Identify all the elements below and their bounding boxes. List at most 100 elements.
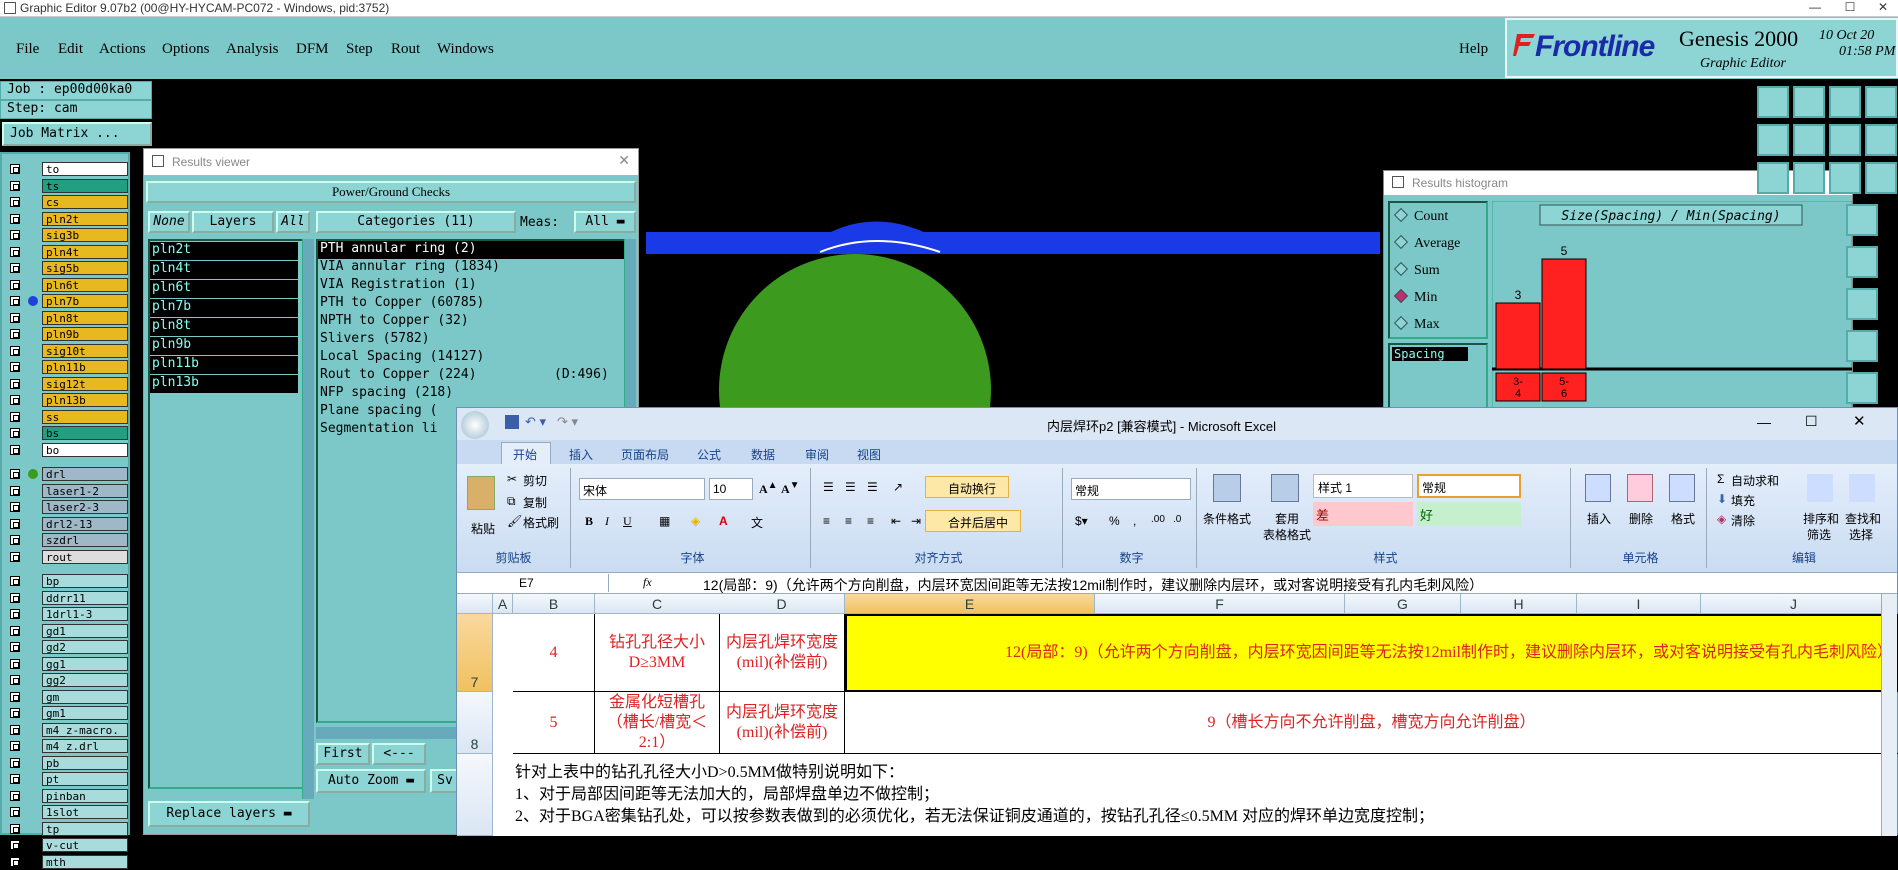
- cut-button[interactable]: 剪切: [523, 472, 547, 489]
- column-header-A[interactable]: A: [493, 594, 513, 614]
- layer-name[interactable]: laser1-2: [42, 483, 128, 498]
- tool-button[interactable]: [1865, 162, 1897, 194]
- find-select-button2[interactable]: 选择: [1849, 526, 1873, 543]
- replace-layers-button[interactable]: Replace layers ▬: [148, 801, 310, 827]
- menu-file[interactable]: File: [16, 41, 39, 58]
- aggregate-option-min[interactable]: Min: [1393, 288, 1437, 306]
- wrap-text-button[interactable]: 自动换行: [925, 476, 1009, 498]
- layer-row-v-cut[interactable]: v-cut: [8, 838, 128, 853]
- row-header[interactable]: [457, 754, 493, 836]
- layer-row-gm[interactable]: gm: [8, 689, 128, 705]
- layer-name[interactable]: 1slot: [42, 805, 128, 819]
- cell-e7[interactable]: 12(局部：9)（允许两个方向削盘，内层环宽因间距等无法按12mil制作时，建议…: [845, 614, 1898, 692]
- tool-button[interactable]: [1846, 204, 1878, 236]
- column-header-I[interactable]: I: [1577, 594, 1701, 614]
- layer-checkbox[interactable]: [10, 502, 20, 512]
- number-format-select[interactable]: 常规: [1071, 478, 1191, 500]
- category-item[interactable]: NPTH to Copper (32): [318, 313, 624, 331]
- category-item[interactable]: VIA annular ring (1834): [318, 259, 624, 277]
- sort-filter-button[interactable]: 排序和: [1803, 510, 1839, 527]
- layer-name[interactable]: pln9b: [42, 327, 128, 341]
- tab-formulas[interactable]: 公式: [697, 446, 721, 463]
- category-item[interactable]: Local Spacing (14127): [318, 349, 624, 367]
- layer-name[interactable]: sig3b: [42, 228, 128, 242]
- layer-name[interactable]: tp: [42, 821, 128, 836]
- column-header-G[interactable]: G: [1345, 594, 1461, 614]
- layer-row-pln2t[interactable]: pln2t: [8, 211, 128, 227]
- result-layer-item[interactable]: pln11b: [150, 356, 298, 374]
- result-layer-item[interactable]: pln13b: [150, 375, 298, 393]
- layer-name[interactable]: ss: [42, 409, 128, 424]
- cell-d7[interactable]: 内层孔焊环宽度(mil)(补偿前): [720, 614, 845, 692]
- menu-step[interactable]: Step: [346, 41, 373, 58]
- layer-row-cs[interactable]: cs: [8, 195, 128, 210]
- layer-row-gd1[interactable]: gd1: [8, 623, 128, 639]
- layer-row-bo[interactable]: bo: [8, 442, 128, 458]
- fill-icon[interactable]: ⬇: [1717, 492, 1727, 506]
- currency-icon[interactable]: $▾: [1075, 514, 1088, 528]
- layer-name[interactable]: pb: [42, 755, 128, 770]
- layer-name[interactable]: ddrr11: [42, 590, 128, 605]
- minimize-icon[interactable]: —: [1800, 0, 1830, 17]
- tool-button[interactable]: [1793, 124, 1825, 156]
- menu-help[interactable]: Help: [1459, 41, 1488, 58]
- layer-row-ss[interactable]: ss: [8, 409, 128, 425]
- layer-row-sig10t[interactable]: sig10t: [8, 343, 128, 359]
- layer-name[interactable]: pln13b: [42, 393, 128, 407]
- good-style-cell[interactable]: 好: [1417, 502, 1521, 526]
- tab-data[interactable]: 数据: [751, 446, 775, 463]
- layer-name[interactable]: gd2: [42, 640, 128, 654]
- tool-button[interactable]: [1829, 86, 1861, 118]
- layer-checkbox[interactable]: [10, 362, 20, 372]
- aggregate-option-sum[interactable]: Sum: [1393, 261, 1440, 279]
- underline-icon[interactable]: U: [623, 514, 632, 529]
- layer-row-drl2-13[interactable]: drl2-13: [8, 516, 128, 532]
- minimize-icon[interactable]: —: [1757, 414, 1771, 430]
- close-icon[interactable]: ✕: [1868, 0, 1898, 17]
- phonetic-icon[interactable]: 文: [751, 514, 763, 531]
- tab-home[interactable]: 开始: [513, 446, 537, 463]
- layer-checkbox[interactable]: [10, 246, 20, 257]
- cell-c8[interactable]: 金属化短槽孔（槽长/槽宽＜2:1）: [595, 692, 720, 754]
- layer-checkbox[interactable]: [10, 411, 20, 422]
- field-item-spacing[interactable]: Spacing: [1392, 347, 1468, 361]
- layer-checkbox[interactable]: [10, 485, 20, 496]
- tool-button[interactable]: [1846, 372, 1878, 404]
- layer-checkbox[interactable]: [10, 444, 20, 455]
- auto-zoom-select[interactable]: Auto Zoom ▬: [316, 769, 426, 793]
- menu-dfm[interactable]: DFM: [296, 41, 329, 58]
- graphic-canvas[interactable]: [640, 80, 1380, 410]
- layer-name[interactable]: bp: [42, 574, 128, 588]
- layer-checkbox[interactable]: [10, 757, 20, 768]
- layer-name[interactable]: pln11b: [42, 360, 128, 374]
- layer-name[interactable]: drl2-13: [42, 516, 128, 531]
- layer-name[interactable]: pln2t: [42, 211, 128, 226]
- autosum-button[interactable]: 自动求和: [1731, 472, 1779, 489]
- menu-options[interactable]: Options: [162, 41, 210, 58]
- cell-b7[interactable]: 4: [513, 614, 595, 692]
- category-item[interactable]: NFP spacing (218): [318, 385, 624, 403]
- layer-name[interactable]: m4_z-macro.: [42, 722, 128, 737]
- layer-name[interactable]: sig12t: [42, 376, 128, 391]
- layer-name[interactable]: sig5b: [42, 261, 128, 275]
- table-format-button2[interactable]: 表格格式: [1263, 526, 1311, 543]
- field-list[interactable]: Spacing: [1388, 343, 1488, 413]
- layer-row-pb[interactable]: pb: [8, 755, 128, 771]
- grow-font-icon[interactable]: A▲: [759, 480, 778, 497]
- layer-name[interactable]: gg2: [42, 673, 128, 687]
- column-header-H[interactable]: H: [1461, 594, 1577, 614]
- clear-icon[interactable]: ◈: [1717, 512, 1726, 526]
- layer-row-to[interactable]: to: [8, 162, 128, 177]
- aggregate-option-max[interactable]: Max: [1393, 315, 1440, 333]
- format-painter-icon[interactable]: 🖌: [507, 514, 522, 528]
- fill-color-icon[interactable]: ◈: [691, 514, 700, 528]
- category-item[interactable]: Rout to Copper (224) (D:496): [318, 367, 624, 385]
- layer-name[interactable]: pln6t: [42, 277, 128, 292]
- layer-name[interactable]: sig10t: [42, 343, 128, 358]
- result-layer-item[interactable]: pln6t: [150, 280, 298, 298]
- format-painter-button[interactable]: 格式刷: [523, 514, 559, 531]
- layer-row-bp[interactable]: bp: [8, 574, 128, 589]
- column-header-E[interactable]: E: [845, 594, 1095, 614]
- orientation-icon[interactable]: ↗: [893, 480, 903, 494]
- category-item[interactable]: PTH annular ring (2): [318, 241, 624, 259]
